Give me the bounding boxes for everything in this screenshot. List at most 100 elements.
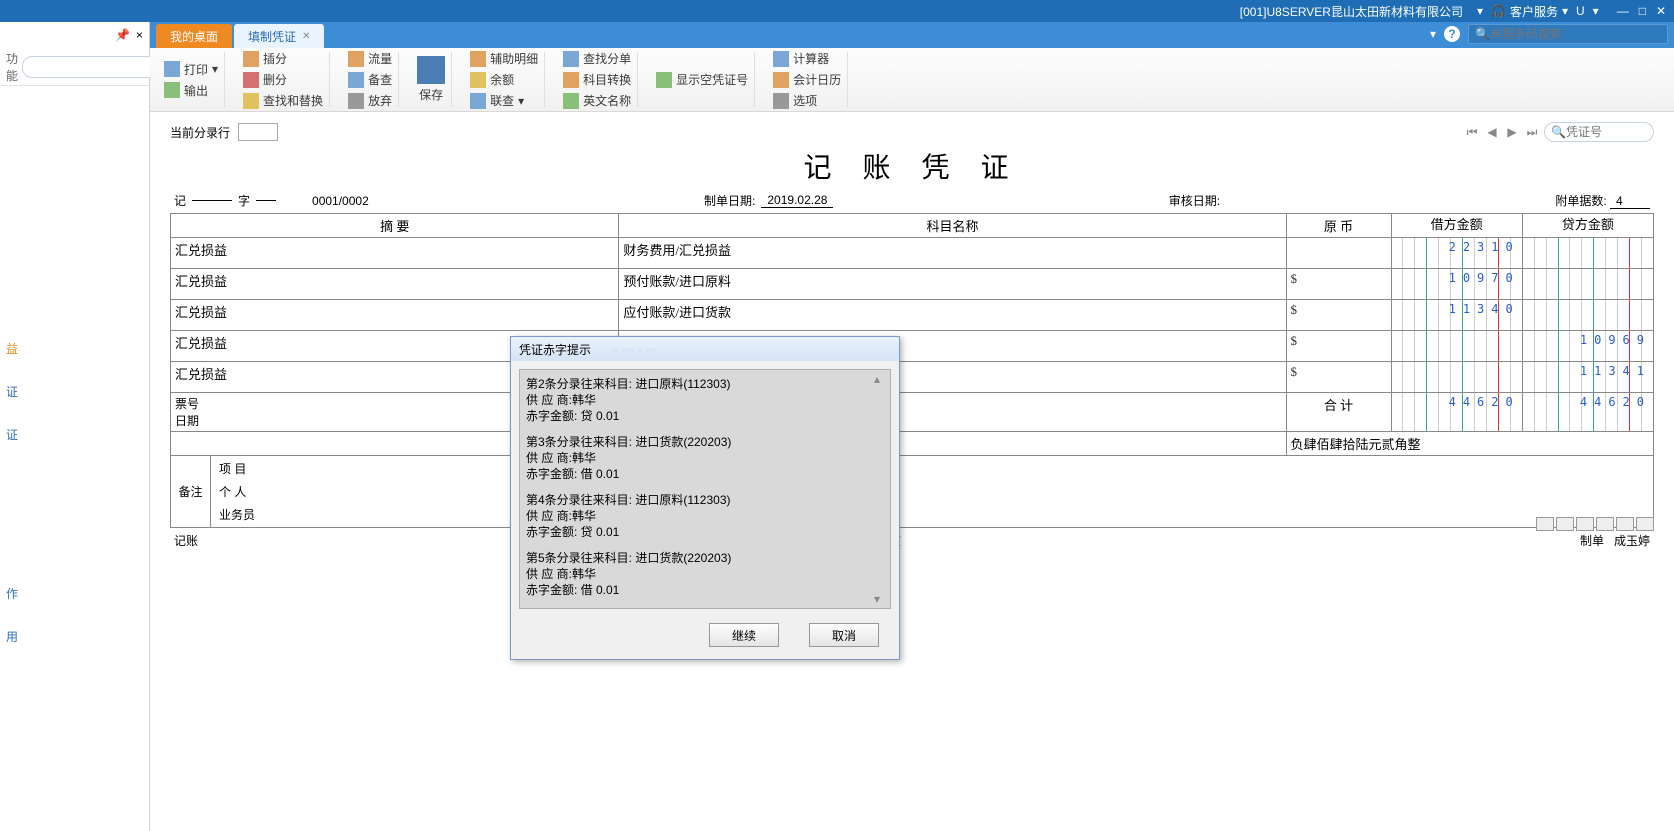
u-menu[interactable]: U xyxy=(1576,4,1585,18)
table-row[interactable]: 汇兑损益 $ 11341 xyxy=(171,362,1654,393)
org-name: [001]U8SERVER昆山太田新材料有限公司 xyxy=(1240,3,1463,20)
dialog-entry: 第3条分录往来科目: 进口货款(220203)供 应 商:韩华赤字金额: 借 0… xyxy=(526,434,884,482)
cell-debit: 11340 xyxy=(1449,302,1520,316)
pin-icon[interactable]: 📌 xyxy=(115,28,130,42)
dropdown-icon[interactable]: ▾ xyxy=(1430,27,1436,41)
note-project[interactable]: 项 目 xyxy=(219,460,1645,477)
cell-account[interactable]: 应付账款/进口货款 xyxy=(619,300,1286,331)
cell-currency[interactable]: $ xyxy=(1286,300,1391,331)
save-button[interactable]: 保存 xyxy=(419,86,443,103)
lookup-icon xyxy=(470,93,486,109)
english-name-button[interactable]: 英文名称 xyxy=(563,92,631,109)
mini-icon[interactable] xyxy=(1616,517,1634,531)
cell-currency[interactable]: $ xyxy=(1286,362,1391,393)
voucher-search[interactable]: 🔍 xyxy=(1544,122,1654,142)
audit-icon xyxy=(348,72,364,88)
table-row[interactable]: 汇兑损益 $ 10969 xyxy=(171,331,1654,362)
cancel-button[interactable]: 取消 xyxy=(809,623,879,647)
sidebar-link[interactable]: 用 xyxy=(6,628,143,645)
total-debit: 44620 xyxy=(1449,395,1520,409)
cell-currency[interactable]: $ xyxy=(1286,331,1391,362)
acct-transfer-button[interactable]: 科目转换 xyxy=(563,71,631,88)
lookup-button[interactable]: 联查 ▾ xyxy=(470,92,538,109)
help-icon[interactable]: ? xyxy=(1444,26,1460,42)
voucher-title: 记 账 凭 证 xyxy=(170,146,1654,186)
table-row[interactable]: 汇兑损益 应付账款/进口货款 $ 11340 xyxy=(171,300,1654,331)
mini-icon[interactable] xyxy=(1596,517,1614,531)
first-icon[interactable]: ⏮ xyxy=(1464,124,1480,140)
export-button[interactable]: 输出 xyxy=(164,82,218,99)
voucher-type[interactable] xyxy=(192,200,232,201)
continue-button[interactable]: 继续 xyxy=(709,623,779,647)
table-row[interactable]: 汇兑损益 财务费用/汇兑损益 22310 xyxy=(171,238,1654,269)
print-icon xyxy=(164,61,180,77)
cell-summary[interactable]: 汇兑损益 xyxy=(171,269,619,300)
sidebar-link[interactable]: 益 xyxy=(6,340,143,357)
show-empty-voucher-button[interactable]: 显示空凭证号 xyxy=(656,71,748,88)
tab-voucher[interactable]: 填制凭证 ✕ xyxy=(234,24,324,48)
audit-ref-button[interactable]: 备查 xyxy=(348,71,392,88)
sidebar-link[interactable]: 证 xyxy=(6,426,143,443)
cell-currency[interactable] xyxy=(1286,238,1391,269)
col-credit: 贷方金额 xyxy=(1522,214,1653,238)
find-replace-button[interactable]: 查找和替换 xyxy=(243,92,323,109)
mini-icon[interactable] xyxy=(1536,517,1554,531)
voucher-search-input[interactable] xyxy=(1566,125,1636,139)
last-icon[interactable]: ⏭ xyxy=(1524,124,1540,140)
calendar-button[interactable]: 会计日历 xyxy=(773,71,841,88)
attach-count[interactable]: 4 xyxy=(1610,194,1650,209)
dialog-entry: 第5条分录往来科目: 进口货款(220203)供 应 商:韩华赤字金额: 借 0… xyxy=(526,550,884,598)
dialog-body: 第2条分录往来科目: 进口原料(112303)供 应 商:韩华赤字金额: 贷 0… xyxy=(519,369,891,609)
balance-button[interactable]: 余额 xyxy=(470,71,538,88)
tab-home[interactable]: 我的桌面 xyxy=(156,24,232,48)
aux-detail-button[interactable]: 辅助明细 xyxy=(470,50,538,67)
sidebar-link[interactable]: 证 xyxy=(6,383,143,400)
note-person[interactable]: 个 人 xyxy=(219,483,1645,500)
note-staff[interactable]: 业务员 xyxy=(219,506,1645,523)
mini-icon[interactable] xyxy=(1636,517,1654,531)
col-currency: 原 币 xyxy=(1286,214,1391,238)
save-icon xyxy=(417,56,445,84)
minimize-icon[interactable]: — xyxy=(1617,4,1629,18)
options-icon xyxy=(773,93,789,109)
dialog-entry: 第2条分录往来科目: 进口原料(112303)供 应 商:韩华赤字金额: 贷 0… xyxy=(526,376,884,424)
dropdown-icon[interactable]: ▾ xyxy=(1477,4,1483,18)
prev-icon[interactable]: ◀ xyxy=(1484,124,1500,140)
table-row[interactable]: 汇兑损益 预付账款/进口原料 $ 10970 xyxy=(171,269,1654,300)
barcode-search-input[interactable] xyxy=(1490,27,1661,41)
delete-row-button[interactable]: 删分 xyxy=(243,71,323,88)
book-label: 记账 xyxy=(174,532,198,549)
tab-row: 📌 × 我的桌面 填制凭证 ✕ ▾ ? 🔍 xyxy=(0,22,1674,48)
current-row-input[interactable] xyxy=(238,123,278,141)
mini-icon[interactable] xyxy=(1556,517,1574,531)
next-icon[interactable]: ▶ xyxy=(1504,124,1520,140)
make-date[interactable]: 2019.02.28 xyxy=(761,193,833,208)
flow-button[interactable]: 流量 xyxy=(348,50,392,67)
maximize-icon[interactable]: □ xyxy=(1639,4,1646,18)
tab-close-icon[interactable]: ✕ xyxy=(302,31,310,42)
find-split-button[interactable]: 查找分单 xyxy=(563,50,631,67)
voucher-table: 摘 要 科目名称 原 币 借方金额 贷方金额 汇兑损益 财务费用/汇兑损益 22… xyxy=(170,213,1654,456)
maker-name: 成玉婷 xyxy=(1614,532,1650,549)
delete-icon xyxy=(243,72,259,88)
cell-account[interactable]: 财务费用/汇兑损益 xyxy=(619,238,1286,269)
options-button[interactable]: 选项 xyxy=(773,92,841,109)
sidebar-link[interactable]: 作 xyxy=(6,585,143,602)
print-button[interactable]: 打印 ▾ xyxy=(164,61,218,78)
customer-service[interactable]: 🎧 客户服务 ▾ xyxy=(1491,3,1568,20)
cell-currency[interactable]: $ xyxy=(1286,269,1391,300)
scroll-down-icon[interactable]: ▾ xyxy=(874,592,888,606)
cell-account[interactable]: 预付账款/进口原料 xyxy=(619,269,1286,300)
discard-button[interactable]: 放弃 xyxy=(348,92,392,109)
close-icon[interactable]: ✕ xyxy=(1656,4,1666,18)
cell-summary[interactable]: 汇兑损益 xyxy=(171,238,619,269)
barcode-search[interactable]: 🔍 xyxy=(1468,24,1668,44)
mini-icon[interactable] xyxy=(1576,517,1594,531)
calculator-button[interactable]: 计算器 xyxy=(773,50,841,67)
dropdown-icon[interactable]: ▾ xyxy=(1593,4,1599,18)
calculator-icon xyxy=(773,51,789,67)
cell-summary[interactable]: 汇兑损益 xyxy=(171,300,619,331)
close-icon[interactable]: × xyxy=(136,28,143,42)
insert-row-button[interactable]: 插分 xyxy=(243,50,323,67)
scroll-up-icon[interactable]: ▴ xyxy=(874,372,888,386)
